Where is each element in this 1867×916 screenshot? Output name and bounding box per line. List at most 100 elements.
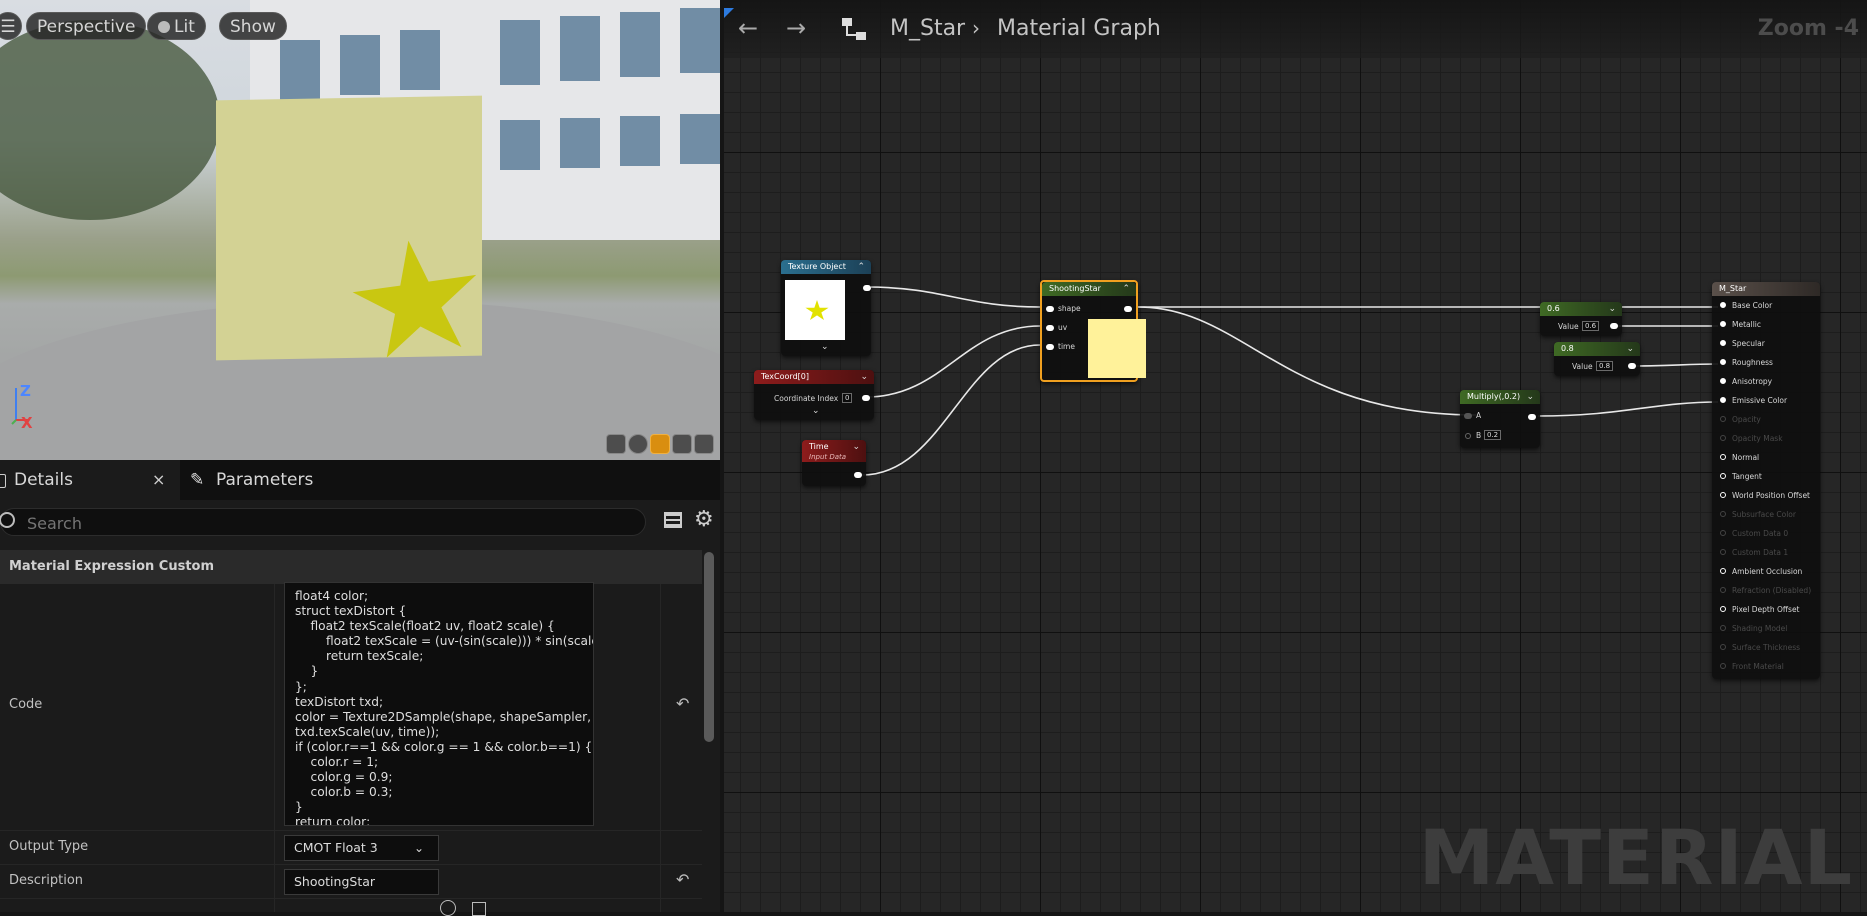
result-pin-row[interactable]: Subsurface Color [1712, 505, 1820, 523]
result-pin-row[interactable]: Roughness [1712, 353, 1820, 371]
input-pin[interactable] [1720, 663, 1726, 669]
tab-details[interactable]: Details × [0, 460, 180, 500]
input-pin[interactable] [1720, 454, 1726, 460]
search-input[interactable] [25, 511, 629, 535]
input-pin[interactable] [1720, 302, 1726, 308]
constant-06-node[interactable]: 0.6 ⌄ Value 0.6 [1540, 302, 1622, 336]
input-pin[interactable] [1720, 416, 1726, 422]
material-graph[interactable]: Texture Object ⌃ ⌄ TexCoord[0] ⌄ Coordin… [724, 0, 1867, 912]
shape-input-pin[interactable] [1046, 306, 1054, 312]
result-pin-row[interactable]: Anisotropy [1712, 372, 1820, 390]
output-pin[interactable] [862, 395, 870, 401]
lit-button[interactable]: Lit [147, 12, 206, 40]
input-pin[interactable] [1720, 587, 1726, 593]
add-icon[interactable] [440, 900, 456, 916]
input-pin[interactable] [1720, 397, 1726, 403]
back-arrow-icon[interactable]: ← [738, 14, 758, 42]
input-pin[interactable] [1720, 435, 1726, 441]
coordinate-index-field[interactable]: 0 [842, 393, 853, 403]
collapse-icon[interactable]: ⌃ [857, 262, 865, 272]
output-type-dropdown[interactable]: CMOT Float 3 ⌄ [284, 835, 439, 861]
preview-plane-icon[interactable] [650, 434, 670, 454]
result-pin-row[interactable]: Specular [1712, 334, 1820, 352]
input-pin[interactable] [1720, 530, 1726, 536]
time-node[interactable]: Time Input Data ⌄ [802, 440, 866, 486]
input-pin[interactable] [1720, 359, 1726, 365]
tab-parameters[interactable]: ✎ Parameters [186, 460, 336, 500]
output-pin[interactable] [1528, 414, 1536, 420]
multiply-node[interactable]: Multiply(,0.2) ⌄ A B 0.2 [1460, 390, 1540, 448]
collapse-icon[interactable]: ⌄ [1608, 304, 1616, 314]
input-pin[interactable] [1720, 606, 1726, 612]
value-field[interactable]: 0.6 [1582, 321, 1600, 331]
close-icon[interactable]: × [152, 460, 165, 500]
result-pin-row[interactable]: Custom Data 0 [1712, 524, 1820, 542]
collapse-icon[interactable]: ⌄ [1626, 344, 1634, 354]
shooting-star-node[interactable]: ShootingStar ⌃ shape uv time [1040, 280, 1146, 382]
output-pin[interactable] [863, 285, 871, 291]
result-pin-row[interactable]: Custom Data 1 [1712, 543, 1820, 561]
input-pin[interactable] [1720, 549, 1726, 555]
input-pin[interactable] [1720, 492, 1726, 498]
texture-object-node[interactable]: Texture Object ⌃ ⌄ [781, 260, 871, 356]
preview-sphere-icon[interactable] [628, 434, 648, 454]
result-pin-row[interactable]: Ambient Occlusion [1712, 562, 1820, 580]
input-pin[interactable] [1720, 321, 1726, 327]
preview-cylinder-icon[interactable] [606, 434, 626, 454]
code-editor[interactable]: float4 color; struct texDistort { float2… [284, 582, 594, 826]
input-pin[interactable] [1720, 511, 1726, 517]
section-header[interactable]: Material Expression Custom [0, 550, 702, 584]
input-pin[interactable] [1720, 625, 1726, 631]
details-scrollbar[interactable] [704, 552, 714, 742]
result-pin-row[interactable]: Normal [1712, 448, 1820, 466]
settings-gear-icon[interactable]: ⚙ [694, 507, 714, 532]
collapse-icon[interactable]: ⌄ [1526, 392, 1534, 402]
breadcrumb-graph[interactable]: Material Graph [997, 16, 1161, 41]
delete-icon[interactable] [472, 902, 486, 916]
expand-icon[interactable]: ⌄ [821, 342, 829, 352]
constant-08-node[interactable]: 0.8 ⌄ Value 0.8 [1554, 342, 1640, 376]
value-field[interactable]: 0.8 [1596, 361, 1614, 371]
result-pin-row[interactable]: Surface Thickness [1712, 638, 1820, 656]
result-pin-row[interactable]: Opacity Mask [1712, 429, 1820, 447]
output-pin[interactable] [1610, 323, 1618, 329]
result-pin-row[interactable]: Base Color [1712, 296, 1820, 314]
reset-icon[interactable]: ↶ [676, 870, 689, 889]
output-pin[interactable] [1124, 306, 1132, 312]
breadcrumb-asset[interactable]: M_Star [890, 16, 965, 41]
search-bar[interactable] [0, 508, 646, 536]
result-pin-row[interactable]: Tangent [1712, 467, 1820, 485]
result-node[interactable]: M_Star Base Color Metallic Specular Roughne… [1712, 282, 1820, 679]
preview-teapot-icon[interactable] [694, 434, 714, 454]
show-button[interactable]: Show [219, 12, 287, 40]
result-pin-row[interactable]: Emissive Color [1712, 391, 1820, 409]
input-pin[interactable] [1720, 473, 1726, 479]
result-pin-row[interactable]: World Position Offset [1712, 486, 1820, 504]
perspective-button[interactable]: Perspective [26, 12, 147, 40]
description-field[interactable]: ShootingStar [284, 869, 439, 895]
forward-arrow-icon[interactable]: → [786, 14, 806, 42]
uv-input-pin[interactable] [1046, 325, 1054, 331]
b-value-field[interactable]: 0.2 [1484, 430, 1502, 440]
result-pin-row[interactable]: Front Material [1712, 657, 1820, 675]
preview-cube-icon[interactable] [672, 434, 692, 454]
collapse-icon[interactable]: ⌄ [860, 372, 868, 382]
texcoord-node[interactable]: TexCoord[0] ⌄ Coordinate Index 0 ⌄ [754, 370, 874, 420]
input-pin[interactable] [1720, 340, 1726, 346]
collapse-icon[interactable]: ⌃ [1122, 284, 1130, 294]
table-view-icon[interactable] [664, 512, 682, 528]
collapse-icon[interactable]: ⌄ [852, 442, 860, 452]
viewport[interactable]: ☰ Perspective Lit Show Z X [0, 0, 720, 460]
result-pin-row[interactable]: Metallic [1712, 315, 1820, 333]
reset-icon[interactable]: ↶ [676, 694, 689, 713]
graph-hierarchy-icon[interactable] [842, 18, 866, 42]
result-pin-row[interactable]: Pixel Depth Offset [1712, 600, 1820, 618]
expand-icon[interactable]: ⌄ [812, 406, 820, 416]
result-pin-row[interactable]: Refraction (Disabled) [1712, 581, 1820, 599]
output-pin[interactable] [854, 472, 862, 478]
b-input-pin[interactable] [1465, 433, 1471, 439]
time-input-pin[interactable] [1046, 344, 1054, 350]
result-pin-row[interactable]: Shading Model [1712, 619, 1820, 637]
result-pin-row[interactable]: Opacity [1712, 410, 1820, 428]
input-pin[interactable] [1720, 568, 1726, 574]
